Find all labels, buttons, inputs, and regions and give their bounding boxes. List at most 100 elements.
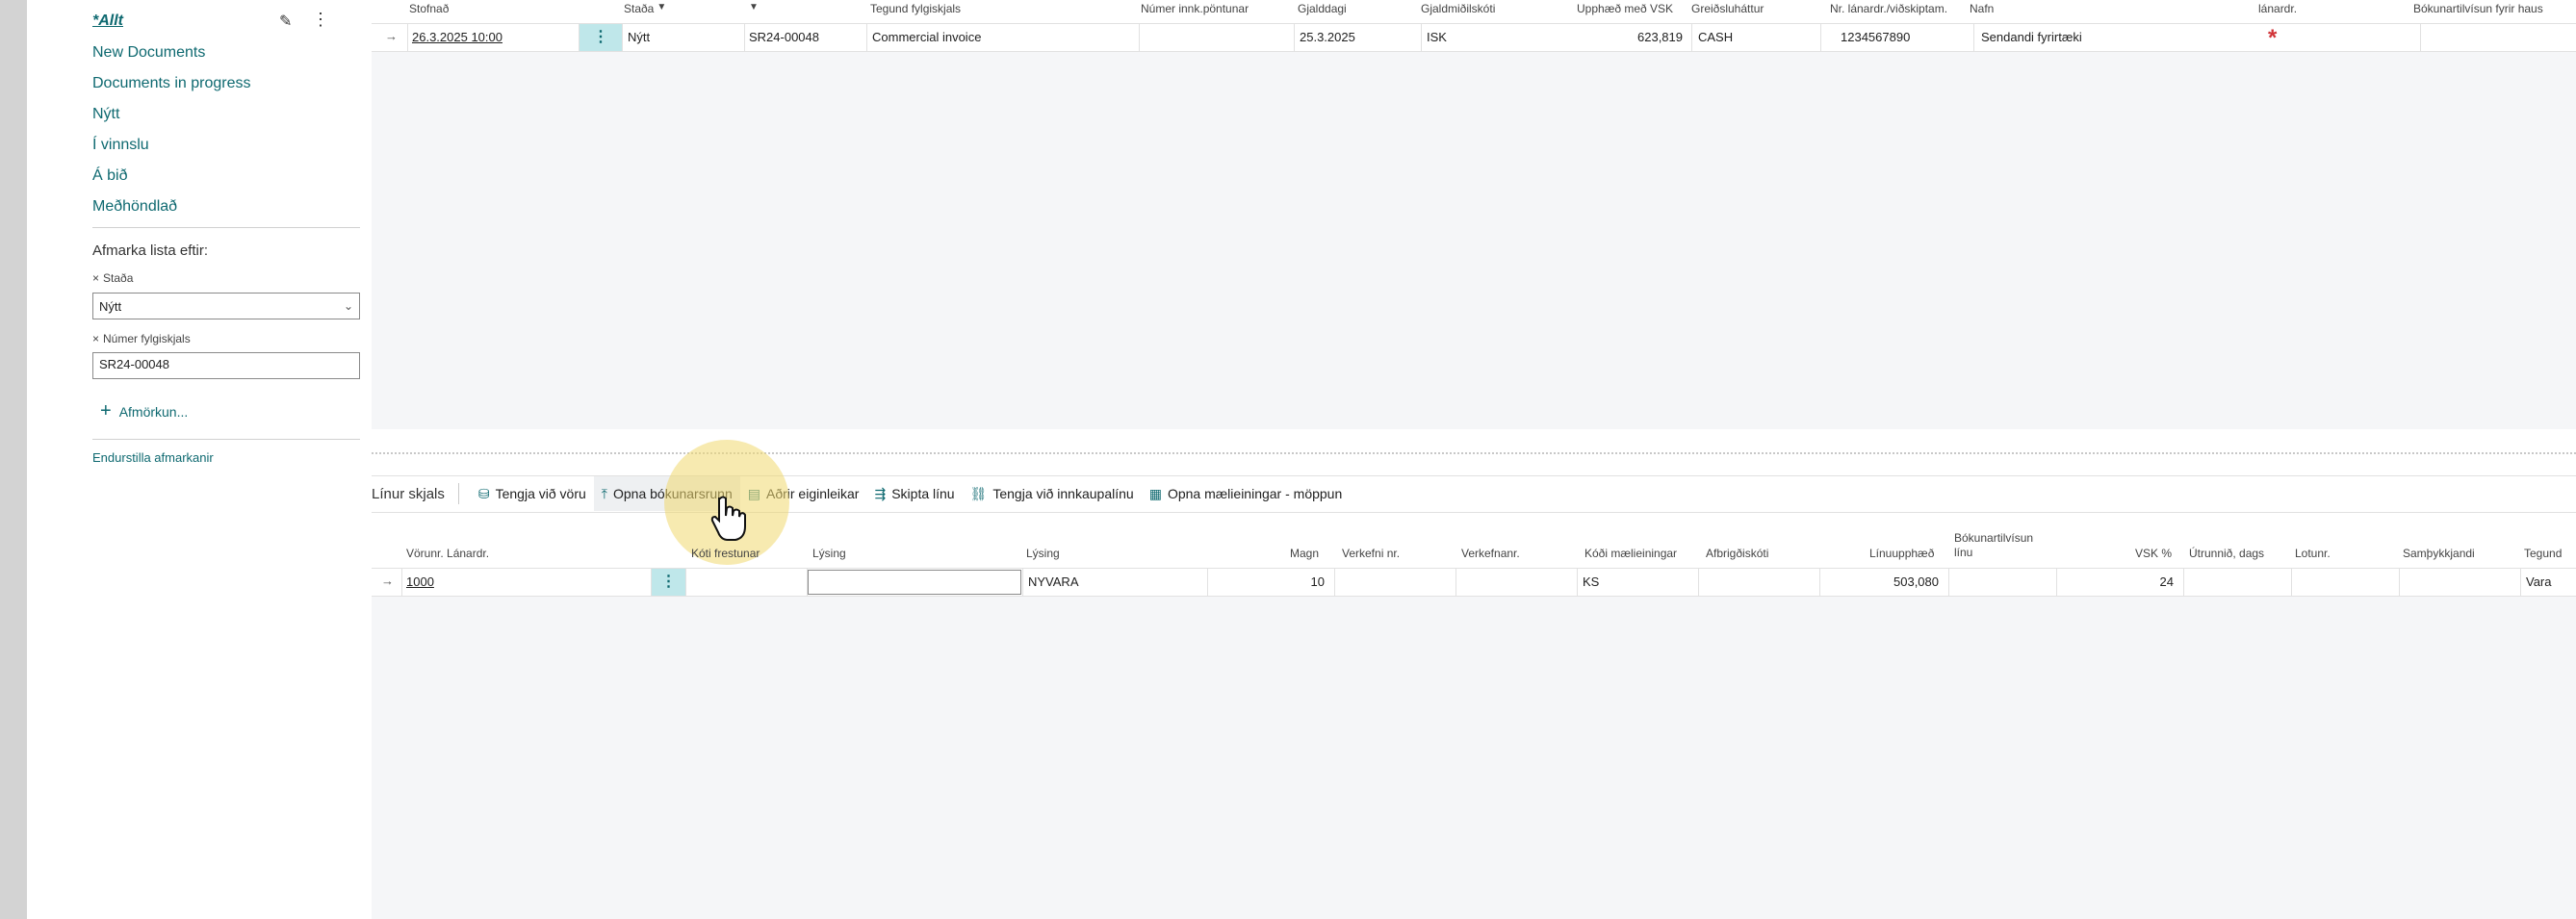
col-task-no[interactable]: Verkefnanr. [1461, 547, 1520, 560]
col-header-posting-ref[interactable]: Bókunartilvísun fyrir haus [2413, 2, 2543, 15]
created-cell[interactable]: 26.3.2025 10:00 [412, 30, 502, 44]
link-to-item-label: Tengja við vöru [495, 486, 586, 501]
divider [92, 227, 360, 228]
uom-mapping-button[interactable]: ▦ Opna mælieiningar - möppun [1142, 476, 1351, 511]
table-row[interactable]: → 26.3.2025 10:00 ⋮ Nýtt SR24-00048 Comm… [372, 23, 2576, 52]
view-new[interactable]: Nýtt [92, 106, 119, 123]
filter-icon: ▼ [657, 2, 667, 13]
add-filter-button[interactable]: + Afmörkun... [100, 400, 188, 422]
hand-cursor-icon [708, 495, 747, 543]
item-no-cell[interactable]: 1000 [406, 574, 434, 589]
filter-docno-label: × Númer fylgiskjals [92, 332, 191, 345]
col-currency[interactable]: Gjaldmiðilskóti [1421, 2, 1495, 15]
filter-status-label: × Staða [92, 271, 133, 285]
uom-mapping-icon: ▦ [1148, 485, 1162, 501]
vat-pct-cell: 24 [2159, 574, 2174, 589]
view-new-documents[interactable]: New Documents [92, 44, 205, 62]
link-purchase-line-icon: ⛓ [969, 485, 988, 501]
plus-icon: + [100, 400, 112, 421]
col-amount-vat[interactable]: Upphæð með VSK [1577, 2, 1673, 15]
open-posting-icon: ⤒ [601, 485, 607, 501]
col-expiry-date[interactable]: Útrunnið, dags [2189, 547, 2264, 560]
edit-view-icon[interactable]: ✎ [279, 12, 292, 31]
doc-type-cell: Commercial invoice [872, 30, 982, 44]
window-edge [0, 0, 27, 919]
status-filter-value: Nýtt [99, 298, 122, 314]
split-line-label: Skipta línu [891, 486, 955, 501]
col-created[interactable]: Stofnað [409, 2, 449, 15]
col-job-no[interactable]: Verkefni nr. [1342, 547, 1400, 560]
list-empty-area [372, 52, 2576, 429]
filter-label: Númer fylgiskjals [103, 332, 191, 345]
split-line-icon: ⇶ [874, 485, 887, 501]
col-line-posting-ref[interactable]: Bókunartilvísun línu [1954, 531, 2050, 560]
quantity-cell: 10 [1310, 574, 1325, 589]
col-po-no[interactable]: Númer innk.pöntunar [1141, 2, 1249, 15]
col-due-date[interactable]: Gjalddagi [1298, 2, 1347, 15]
filter-label: Staða [103, 271, 134, 285]
col-name[interactable]: Nafn [1970, 2, 1994, 15]
col-vendor-flag[interactable]: lánardr. [2258, 2, 2297, 15]
reset-filters-link[interactable]: Endurstilla afmarkanir [92, 450, 214, 465]
col-lot-no[interactable]: Lotunr. [2295, 547, 2331, 560]
view-processed[interactable]: Meðhöndlað [92, 198, 177, 216]
view-in-progress[interactable]: Í vinnslu [92, 137, 149, 154]
type-cell: Vara [2526, 574, 2552, 589]
document-number-filter-input[interactable]: SR24-00048 [92, 352, 360, 379]
view-documents-in-progress[interactable]: Documents in progress [92, 75, 251, 92]
more-options-icon[interactable]: ⋮ [312, 10, 329, 30]
col-vendor-no[interactable]: Nr. lánardr./viðskiptam. [1830, 2, 1947, 15]
doc-no-cell: SR24-00048 [749, 30, 819, 44]
col-uom[interactable]: Kóði mælieiningar [1584, 547, 1677, 560]
col-deferral-code[interactable]: Kóti frestunar [691, 547, 760, 560]
line-amount-cell: 503,080 [1893, 574, 1939, 589]
currency-cell: ISK [1427, 30, 1447, 44]
col-approver[interactable]: Samþykkjandi [2403, 547, 2475, 560]
link-to-item-button[interactable]: ⛁ Tengja við vöru [471, 476, 594, 511]
col-vat-pct[interactable]: VSK % [2135, 547, 2172, 560]
col-status-label: Staða [624, 2, 655, 15]
remove-filter-icon[interactable]: × [92, 332, 99, 345]
col-payment-method[interactable]: Greiðsluháttur [1691, 2, 1764, 15]
description-cell: NYVARA [1028, 574, 1079, 589]
row-actions-button[interactable]: ⋮ [652, 569, 685, 596]
table-row[interactable]: → 1000 ⋮ NYVARA 10 KS 503,080 24 Vara [372, 568, 2576, 597]
divider [92, 439, 360, 440]
col-line-amount[interactable]: Línuupphæð [1869, 547, 1934, 560]
col-docno-filter-icon[interactable]: ▼ [749, 2, 759, 13]
payment-method-cell[interactable]: CASH [1698, 30, 1733, 44]
amount-vat-cell: 623,819 [1637, 30, 1683, 44]
name-cell: Sendandi fyrirtæki [1981, 30, 2082, 44]
due-date-cell: 25.3.2025 [1300, 30, 1355, 44]
view-on-hold[interactable]: Á bið [92, 167, 127, 185]
lines-empty-area [372, 597, 2576, 919]
uom-mapping-label: Opna mælieiningar - möppun [1167, 486, 1343, 501]
split-line-button[interactable]: ⇶ Skipta línu [866, 476, 962, 511]
col-doc-type[interactable]: Tegund fylgiskjals [870, 2, 961, 15]
row-actions-button[interactable]: ⋮ [580, 24, 622, 51]
description-input[interactable] [808, 570, 1021, 595]
col-description-input[interactable]: Lýsing [812, 547, 846, 560]
col-description[interactable]: Lýsing [1026, 547, 1060, 560]
link-item-icon: ⛁ [477, 485, 490, 501]
col-status[interactable]: Staða ▼ [624, 2, 666, 15]
add-filter-label: Afmörkun... [118, 403, 189, 420]
col-quantity[interactable]: Magn [1290, 547, 1319, 560]
remove-filter-icon[interactable]: × [92, 271, 99, 285]
col-type[interactable]: Tegund [2524, 547, 2562, 560]
required-asterisk: * [2268, 25, 2278, 51]
row-arrow-icon: → [381, 574, 394, 588]
uom-cell[interactable]: KS [1583, 574, 1599, 589]
link-purchase-line-label: Tengja við innkaupalínu [992, 486, 1134, 501]
row-arrow-icon: → [385, 29, 398, 43]
col-vendor-item-no[interactable]: Vörunr. Lánardr. [406, 547, 489, 560]
document-number-filter-value: SR24-00048 [99, 357, 169, 371]
vendor-no-cell[interactable]: 1234567890 [1841, 30, 1910, 44]
link-purchase-line-button[interactable]: ⛓ Tengja við innkaupalínu [963, 476, 1142, 511]
view-all[interactable]: *Allt [92, 13, 123, 30]
status-filter-select[interactable]: Nýtt ⌄ [92, 293, 360, 319]
lines-title: Línur skjals [372, 485, 445, 502]
chevron-down-icon: ⌄ [343, 299, 353, 313]
filter-pane: *Allt ✎ ⋮ New Documents Documents in pro… [27, 0, 372, 919]
col-variant[interactable]: Afbrigðiskóti [1706, 547, 1768, 560]
